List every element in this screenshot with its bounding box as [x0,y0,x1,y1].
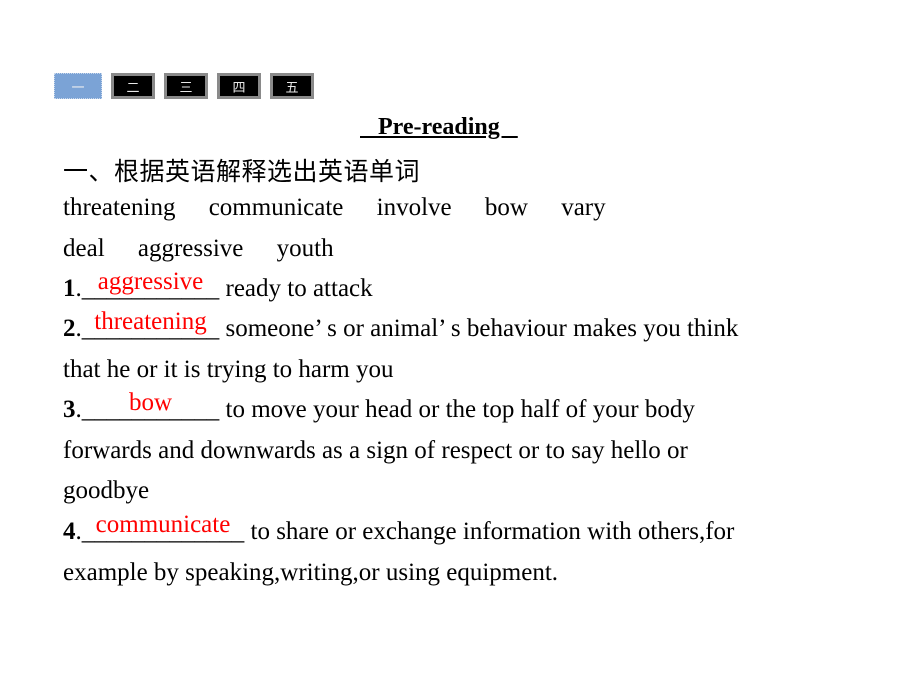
tab-2[interactable]: 二 [111,73,155,99]
definition-text: someone’ s or animal’ s behaviour makes … [219,315,739,342]
question-number: 4 [63,518,76,545]
answer-blank[interactable]: ___________ aggressive [82,268,220,303]
answer-text: threatening [94,308,207,335]
definition-text: ready to attack [219,275,373,302]
question-item-4: 4._____________ communicate to share or e… [63,511,735,546]
answer-text: communicate [95,511,231,538]
answer-blank[interactable]: ___________ bow [82,389,220,424]
word-bank-word: youth [276,235,334,262]
tab-5[interactable]: 五 [270,73,314,99]
question-item-1: 1.___________ aggressive ready to attack [63,268,373,303]
question-item-2: 2.___________ threatening someone’ s or a… [63,308,739,343]
definition-continuation: example by speaking,writing,or using equ… [63,559,559,586]
question-number: 2 [63,315,76,342]
tab-3[interactable]: 三 [164,73,208,99]
word-bank-row-1: threatening communicate involve bow vary [63,194,633,222]
word-bank-word: vary [561,194,606,221]
tab-1[interactable]: 一 [54,73,102,99]
answer-text: aggressive [97,268,204,295]
page-title: Pre-reading [360,114,518,140]
question-number: 1 [63,275,76,302]
question-item-3: 3.___________ bow to move your head or th… [63,389,695,424]
word-bank-word: bow [484,194,528,221]
word-bank-word: threatening [63,194,176,221]
word-bank-word: aggressive [137,235,244,262]
answer-text: bow [128,389,173,416]
section-title: 一、根据英语解释选出英语单词 [63,157,421,186]
definition-text: to share or exchange information with ot… [244,518,735,545]
answer-blank[interactable]: ___________ threatening [82,308,220,343]
answer-blank[interactable]: _____________ communicate [82,511,245,546]
definition-continuation: that he or it is trying to harm you [63,356,394,383]
word-bank-word: involve [376,194,452,221]
definition-continuation: goodbye [63,477,150,504]
tab-4[interactable]: 四 [217,73,261,99]
word-bank-row-2: deal aggressive youth [63,235,361,263]
section-tabs: 一 二 三 四 五 [54,73,314,99]
question-number: 3 [63,396,76,423]
definition-text: to move your head or the top half of you… [219,396,695,423]
definition-continuation: forwards and downwards as a sign of resp… [63,437,688,464]
word-bank-word: communicate [208,194,344,221]
word-bank-word: deal [63,235,105,262]
